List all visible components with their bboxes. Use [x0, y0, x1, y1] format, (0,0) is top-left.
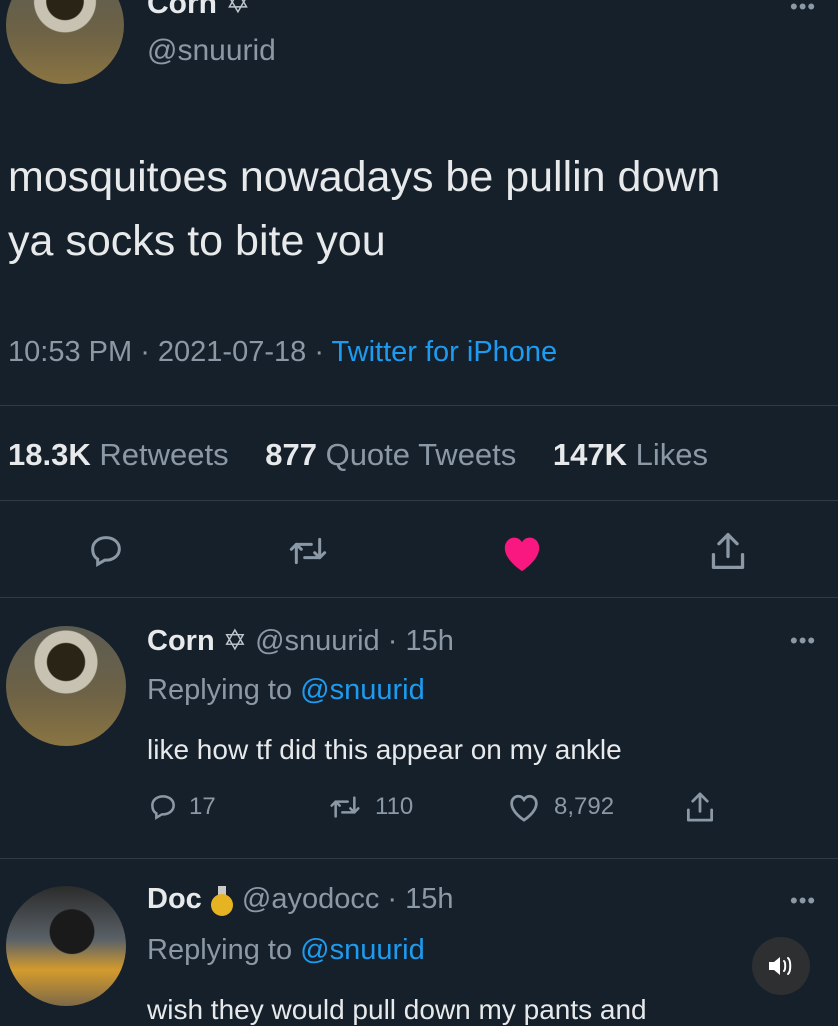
replying-to-line: Replying to @snuurid: [147, 934, 425, 967]
reply-text: wish they would pull down my pants and: [147, 994, 647, 1025]
medal-icon: [210, 886, 234, 916]
reply-author-handle[interactable]: @snuurid: [255, 625, 380, 657]
reply-icon: [151, 795, 175, 820]
replying-label: Replying to: [147, 674, 293, 706]
speaker-icon: [769, 957, 792, 975]
reply-avatar[interactable]: [6, 626, 126, 746]
retweet-count: 110: [375, 793, 414, 820]
reply-time-separator: ·: [379, 883, 406, 915]
reply-action-reply[interactable]: 17: [147, 791, 216, 823]
reply-author-name[interactable]: Doc: [147, 883, 202, 915]
divider: [0, 500, 838, 501]
meta-separator: ·: [314, 336, 332, 368]
tweet-stats: 18.3K Retweets 877 Quote Tweets 147K Lik…: [8, 437, 736, 473]
more-options-icon[interactable]: •••: [790, 888, 816, 914]
reply-action-like[interactable]: 8,792: [506, 791, 614, 823]
reply-author-handle[interactable]: @ayodocc: [242, 883, 379, 915]
more-options-icon[interactable]: •••: [790, 628, 816, 654]
more-options-icon[interactable]: •••: [790, 0, 816, 20]
retweets-stat[interactable]: 18.3K Retweets: [8, 437, 243, 472]
divider: [0, 858, 838, 859]
likes-stat[interactable]: 147K Likes: [553, 437, 722, 472]
tweet-text-line-2: ya socks to bite you: [8, 217, 386, 265]
divider: [0, 597, 838, 598]
author-name: Corn: [147, 0, 217, 20]
sound-toggle-button[interactable]: [752, 937, 810, 995]
like-count: 8,792: [554, 793, 615, 820]
reply-avatar[interactable]: [6, 886, 126, 1006]
reply-time[interactable]: 15h: [405, 625, 453, 657]
quotes-stat[interactable]: 877 Quote Tweets: [265, 437, 530, 472]
share-icon[interactable]: [684, 789, 716, 825]
tweet-source-link[interactable]: Twitter for iPhone: [332, 336, 558, 368]
divider: [0, 405, 838, 406]
reply-count: 17: [189, 793, 216, 820]
reply-time[interactable]: 15h: [405, 883, 453, 915]
author-avatar[interactable]: [6, 0, 124, 84]
reply-header: Doc @ayodocc · 15h: [147, 883, 454, 916]
share-icon[interactable]: [708, 529, 748, 573]
replying-to-line: Replying to @snuurid: [147, 674, 425, 707]
pentagram-icon: ✡: [222, 625, 248, 657]
pentagram-icon: ✡: [225, 0, 251, 20]
author-handle[interactable]: @snuurid: [147, 34, 276, 68]
reply-action-retweet[interactable]: 110: [327, 791, 413, 823]
meta-separator: ·: [140, 336, 158, 368]
retweet-icon[interactable]: [286, 531, 330, 571]
tweet-meta: 10:53 PM · 2021-07-18 · Twitter for iPho…: [8, 336, 557, 369]
heart-icon[interactable]: [499, 531, 545, 573]
replying-to-link[interactable]: @snuurid: [300, 674, 425, 706]
tweet-text: mosquitoes nowadays be pullin down ya so…: [8, 145, 833, 273]
tweet-time: 10:53 PM: [8, 336, 133, 368]
reply-text: like how tf did this appear on my ankle: [147, 734, 622, 765]
tweet-date: 2021-07-18: [157, 336, 307, 368]
reply-header: Corn ✡ @snuurid · 15h: [147, 623, 454, 658]
reply-time-separator: ·: [379, 625, 406, 657]
reply-author-name[interactable]: Corn: [147, 625, 215, 657]
reply-icon[interactable]: [86, 531, 126, 571]
tweet-text-line-1: mosquitoes nowadays be pullin down: [8, 153, 721, 201]
heart-outline-icon: [510, 794, 538, 822]
replying-to-link[interactable]: @snuurid: [300, 934, 425, 966]
replying-label: Replying to: [147, 934, 293, 966]
author-name-row[interactable]: Corn ✡: [147, 0, 250, 21]
retweet-icon: [330, 796, 360, 818]
